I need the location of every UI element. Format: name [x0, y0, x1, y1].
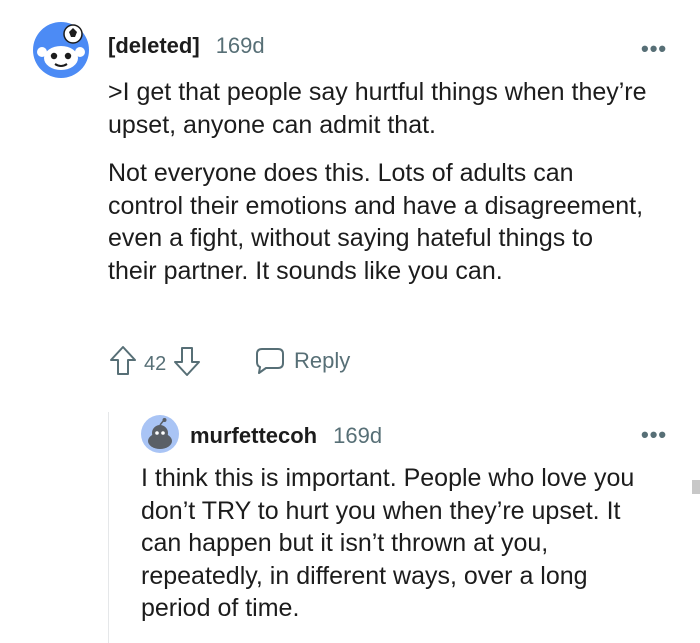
- reply-button[interactable]: Reply: [254, 346, 350, 376]
- downvote-icon: [174, 347, 201, 376]
- more-icon: •••: [641, 36, 668, 61]
- more-icon: •••: [641, 422, 668, 447]
- comment-paragraph: Not everyone does this. Lots of adults c…: [108, 159, 644, 285]
- snoo-avatar-icon: [141, 415, 179, 453]
- vote-bar: 42: [108, 344, 202, 384]
- comment-meta: [deleted] 169d: [108, 33, 265, 59]
- reply-paragraph: I think this is important. People who lo…: [141, 464, 635, 622]
- reply-meta: murfettecoh 169d: [190, 423, 382, 449]
- upvote-icon: [110, 346, 136, 375]
- scrollbar-thumb[interactable]: [692, 480, 700, 494]
- reply-label: Reply: [294, 348, 351, 373]
- comment-paragraph: >I get that people say hurtful things wh…: [108, 78, 647, 139]
- reply-age: 169d: [333, 423, 383, 448]
- thread-line: [108, 412, 109, 643]
- reply-more-options-button[interactable]: •••: [641, 422, 667, 448]
- avatar[interactable]: [33, 22, 89, 78]
- snoo-avatar-icon: [33, 22, 89, 78]
- comment-body: >I get that people say hurtful things wh…: [108, 76, 648, 287]
- reply-body: I think this is important. People who lo…: [141, 462, 651, 625]
- reply-avatar[interactable]: [141, 415, 179, 453]
- author-name[interactable]: murfettecoh: [190, 423, 317, 449]
- comment-age: 169d: [215, 33, 265, 58]
- vote-count: 42: [144, 352, 167, 375]
- comment-bubble-icon: [256, 348, 284, 374]
- author-name[interactable]: [deleted]: [108, 33, 200, 59]
- downvote-button[interactable]: [172, 344, 202, 384]
- upvote-button[interactable]: [108, 344, 138, 384]
- more-options-button[interactable]: •••: [641, 36, 667, 62]
